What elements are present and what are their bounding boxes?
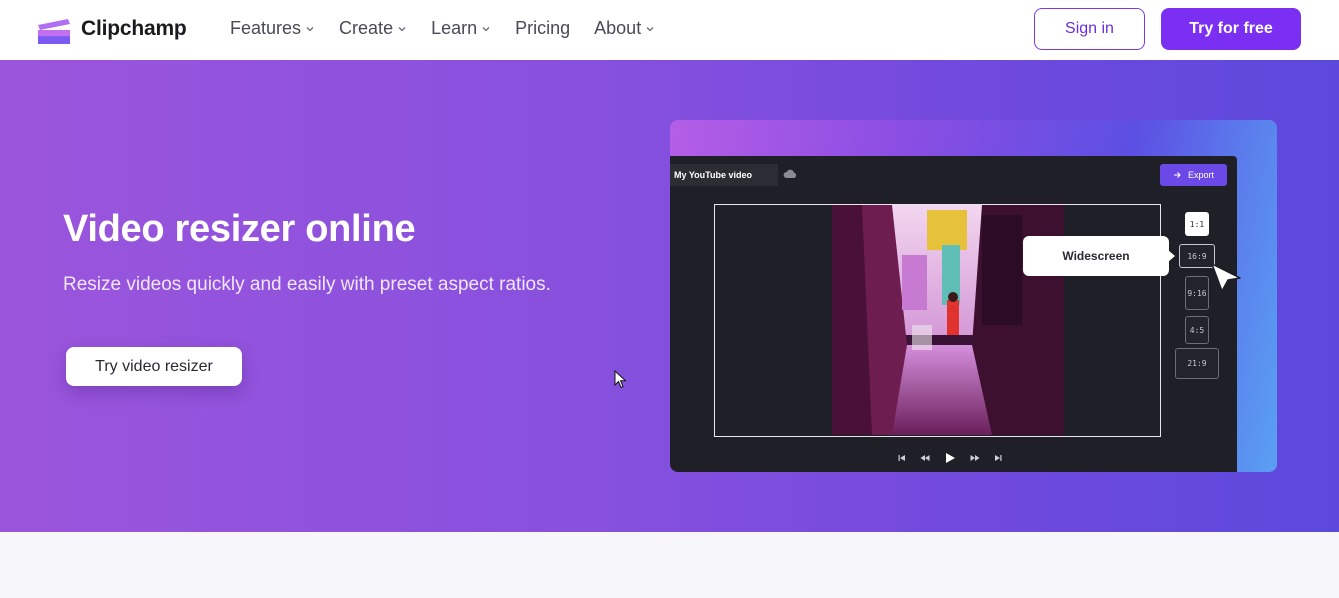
ratio-1-1-label: 1:1 <box>1189 219 1205 229</box>
widescreen-tooltip: Widescreen <box>1023 236 1175 276</box>
clipchamp-logo[interactable]: Clipchamp <box>37 13 187 45</box>
try-for-free-button[interactable]: Try for free <box>1161 8 1301 50</box>
ratio-9-16-button[interactable]: 9:16 <box>1185 276 1209 310</box>
mouse-cursor-icon <box>614 370 627 389</box>
nav-about-label: About <box>594 18 642 38</box>
ratio-16-9-label: 16:9 <box>1187 251 1207 261</box>
fast-forward-icon[interactable] <box>970 454 980 462</box>
nav-learn[interactable]: Learn <box>431 18 491 39</box>
export-label: Export <box>1187 170 1214 180</box>
site-header: Clipchamp Features Create Learn Pricing … <box>0 0 1339 60</box>
page-content-start <box>0 532 1339 598</box>
try-video-resizer-button[interactable]: Try video resizer <box>66 347 242 386</box>
nav-create[interactable]: Create <box>339 18 407 39</box>
clapperboard-logo-icon <box>38 19 70 44</box>
chevron-down-icon <box>646 26 654 31</box>
nav-features-label: Features <box>230 18 302 38</box>
nav-learn-label: Learn <box>431 18 478 38</box>
ratio-4-5-button[interactable]: 4:5 <box>1185 316 1209 344</box>
hero-section: Video resizer online Resize videos quick… <box>0 60 1339 532</box>
main-nav: Features Create Learn Pricing About <box>230 18 679 39</box>
tooltip-label: Widescreen <box>1062 249 1130 263</box>
hero-subtitle: Resize videos quickly and easily with pr… <box>63 274 551 295</box>
export-button[interactable]: Export <box>1160 164 1227 186</box>
arrow-right-icon <box>1173 172 1181 178</box>
rewind-icon[interactable] <box>920 454 930 462</box>
hero-title: Video resizer online <box>63 208 416 250</box>
project-name: My YouTube video <box>670 164 778 186</box>
nav-pricing[interactable]: Pricing <box>515 18 570 39</box>
editor-mockup: My YouTube video Export 1:1 16:9 9:16 4:… <box>670 120 1277 472</box>
nav-create-label: Create <box>339 18 394 38</box>
chevron-down-icon <box>306 26 314 31</box>
ratio-1-1-button[interactable]: 1:1 <box>1185 212 1209 236</box>
chevron-down-icon <box>398 26 406 31</box>
ratio-4-5-label: 4:5 <box>1189 325 1205 335</box>
nav-about[interactable]: About <box>594 18 655 39</box>
playback-controls <box>898 452 1016 464</box>
skip-to-start-icon[interactable] <box>898 454 906 462</box>
nav-pricing-label: Pricing <box>515 18 571 38</box>
ratio-21-9-label: 21:9 <box>1187 359 1207 368</box>
cloud-sync-icon <box>783 169 797 178</box>
brand-name: Clipchamp <box>81 17 187 40</box>
ratio-21-9-button[interactable]: 21:9 <box>1175 348 1219 379</box>
ratio-9-16-label: 9:16 <box>1187 288 1207 298</box>
skip-to-end-icon[interactable] <box>994 454 1002 462</box>
tooltip-arrow <box>1168 250 1175 262</box>
chevron-down-icon <box>482 26 490 31</box>
play-icon[interactable] <box>944 452 956 464</box>
pointer-cursor-icon <box>1211 263 1241 292</box>
editor-window: My YouTube video Export 1:1 16:9 9:16 4:… <box>670 156 1237 472</box>
sign-in-button[interactable]: Sign in <box>1034 8 1145 50</box>
nav-features[interactable]: Features <box>230 18 315 39</box>
